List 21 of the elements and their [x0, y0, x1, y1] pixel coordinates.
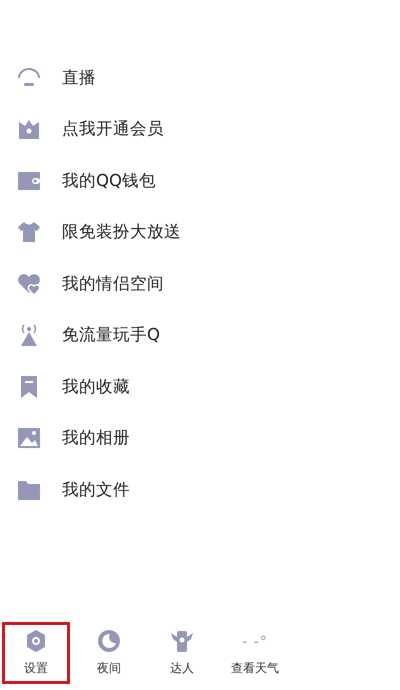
settings-icon [27, 630, 45, 652]
tab-label: 达人 [170, 660, 194, 677]
tab-label: 夜间 [97, 660, 121, 677]
menu-item[interactable]: 我的相册 [0, 412, 400, 464]
tab-label: 查看天气 [231, 660, 279, 677]
menu-item[interactable]: 点我开通会员 [0, 104, 400, 155]
tab-label: 设置 [24, 660, 48, 677]
bottom-tab[interactable]: 设置 [2, 622, 70, 684]
menu-item[interactable]: 免流量玩手Q [0, 310, 400, 361]
menu-item[interactable]: 我的QQ钱包 [0, 155, 400, 206]
bottom-tab[interactable]: - -° 查看天气 [221, 622, 289, 684]
weather-reading: - -° [242, 633, 268, 652]
bottom-tab[interactable]: 达人 [148, 622, 216, 684]
menu-item[interactable]: 限免装扮大放送 [0, 206, 400, 258]
menu-item[interactable]: 我的文件 [0, 464, 400, 516]
bottom-tab[interactable]: 夜间 [75, 622, 143, 684]
winged-badge-icon [171, 631, 193, 652]
menu-item[interactable]: 我的收藏 [0, 361, 400, 412]
menu-item[interactable]: 直播 [0, 52, 400, 104]
menu-item[interactable]: 我的情侣空间 [0, 258, 400, 310]
moon-icon [98, 630, 120, 652]
